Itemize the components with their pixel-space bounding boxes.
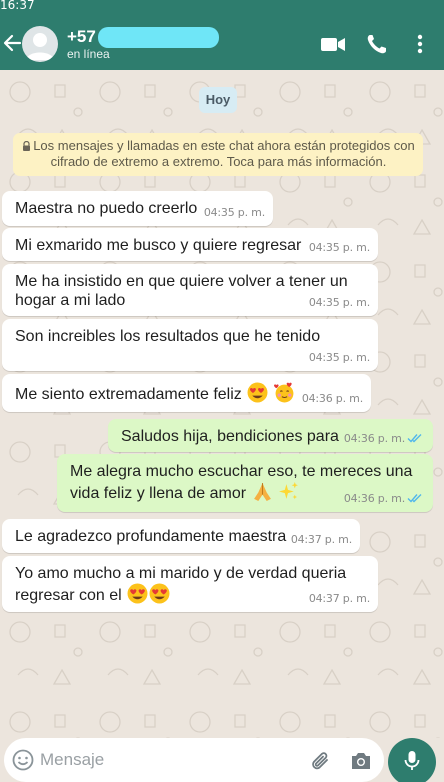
more-options-icon[interactable] (408, 33, 432, 55)
lock-icon (23, 141, 31, 151)
heart-eyes-emoji (247, 382, 268, 403)
hearts-face-emoji (273, 382, 294, 403)
encryption-notice-text: Los mensajes y llamadas en este chat aho… (33, 138, 415, 169)
redacted-phone-number (98, 27, 219, 48)
message-text: Le agradezco profundamente maestra (15, 528, 287, 545)
message-text: Me siento extremadamente feliz (15, 386, 242, 403)
message-bubble-incoming[interactable]: Me siento extremadamente feliz 04:36 p. … (2, 374, 371, 412)
message-time: 04:37 p. m. (308, 592, 370, 605)
message-bubble-incoming[interactable]: Mi exmarido me busco y quiere regresar 0… (2, 228, 378, 261)
message-meta: 04:36 p. m. (341, 429, 423, 448)
default-avatar-icon (26, 33, 54, 60)
composer-pill (4, 738, 384, 782)
chat-header: 16:37 +57 en línea (0, 0, 444, 70)
message-bubble-incoming[interactable]: Maestra no puedo creerlo 04:35 p. m. (2, 191, 273, 226)
message-text: Maestra no puedo creerlo (15, 200, 198, 217)
contact-status: en línea (67, 47, 110, 61)
message-text: Son increibles los resultados que he ten… (15, 328, 321, 345)
folded-hands-emoji (253, 483, 271, 501)
attach-icon[interactable] (310, 750, 332, 774)
day-separator: Hoy (199, 87, 237, 113)
double-check-read-icon (407, 494, 422, 503)
message-time: 04:36 p. m. (343, 432, 405, 445)
composer-bar (0, 738, 444, 782)
contact-name[interactable]: +57 (67, 27, 96, 47)
back-arrow-icon[interactable] (2, 33, 22, 53)
message-meta: 04:36 p. m. (344, 489, 423, 508)
double-check-read-icon (407, 434, 422, 443)
message-time: 04:35 p. m. (308, 241, 370, 254)
message-time: 04:36 p. m. (343, 492, 405, 505)
emoji-picker-icon[interactable] (12, 749, 34, 771)
voice-call-icon[interactable] (365, 33, 391, 55)
message-time: 04:37 p. m. (290, 533, 352, 546)
message-bubble-incoming[interactable]: Me ha insistido en que quiere volver a t… (2, 264, 378, 316)
camera-icon[interactable] (350, 751, 372, 771)
message-input[interactable] (40, 749, 270, 771)
message-bubble-outgoing[interactable]: Me alegra mucho escuchar eso, te mereces… (57, 454, 433, 512)
message-time: 04:35 p. m. (308, 296, 370, 309)
heart-eyes-emoji (127, 583, 148, 604)
message-bubble-outgoing[interactable]: Saludos hija, bendiciones para ti 04:36 … (108, 419, 433, 452)
heart-eyes-emoji (149, 583, 170, 604)
video-call-icon[interactable] (320, 33, 346, 55)
avatar[interactable] (22, 26, 58, 62)
sparkles-emoji (279, 482, 298, 500)
message-time: 04:35 p. m. (308, 351, 370, 364)
message-text: Mi exmarido me busco y quiere regresar (15, 237, 302, 254)
message-bubble-incoming[interactable]: Yo amo mucho a mi marido y de verdad que… (2, 556, 378, 612)
message-time: 04:36 p. m. (301, 392, 363, 405)
status-bar-time: 16:37 (0, 0, 35, 12)
message-text: Saludos hija, bendiciones para ti (121, 428, 352, 445)
message-time: 04:35 p. m. (203, 206, 265, 219)
message-bubble-incoming[interactable]: Son increibles los resultados que he ten… (2, 319, 378, 371)
message-bubble-incoming[interactable]: Le agradezco profundamente maestra 04:37… (2, 519, 360, 553)
voice-message-button[interactable] (388, 738, 436, 782)
message-text: Me ha insistido en que quiere volver a t… (15, 273, 348, 309)
microphone-icon (404, 751, 420, 770)
encryption-notice[interactable]: Los mensajes y llamadas en este chat aho… (13, 133, 423, 176)
message-text: Yo amo mucho a mi marido y de verdad que… (15, 565, 347, 604)
